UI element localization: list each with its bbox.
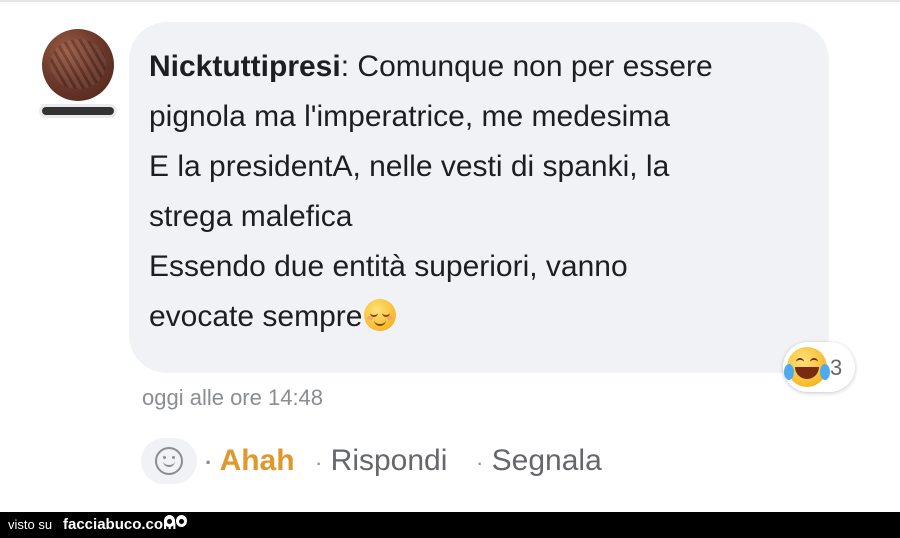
comment-timestamp[interactable]: oggi alle ore 14:48 <box>142 385 323 411</box>
watermark-bar: visto su facciabuco.com <box>0 512 900 538</box>
relieved-face-icon <box>364 299 397 331</box>
tears-of-joy-icon <box>784 347 830 387</box>
separator-dot: · <box>315 450 323 475</box>
reply-link[interactable]: · Rispondi <box>315 441 447 481</box>
comment-text: Nicktuttipresi: Comunque non per essere … <box>149 42 809 342</box>
reaction-count: 3 <box>830 355 843 380</box>
comment-text-1: Comunque non per essere <box>349 50 713 83</box>
comment-line-3: E la presidentA, nelle vesti di spanki, … <box>149 150 670 183</box>
comment-line-2: pignola ma l'imperatrice, me medesima <box>149 100 670 133</box>
avatar-badge <box>42 107 114 115</box>
comment-text-6: evocate sempre <box>149 300 363 333</box>
separator-dot: · <box>205 450 213 475</box>
watermark-site: facciabuco.com <box>63 516 177 533</box>
watermark-visto-su: visto su <box>8 517 53 532</box>
comment-line-4: strega malefica <box>149 200 353 233</box>
separator-dot: · <box>476 450 484 475</box>
ahah-reaction-link[interactable]: · Ahah <box>205 441 295 481</box>
comment-line-5: Essendo due entità superiori, vanno <box>149 250 628 283</box>
reply-label: Rispondi <box>330 444 448 477</box>
avatar[interactable] <box>42 29 114 101</box>
smile-icon <box>155 447 183 475</box>
report-label: Segnala <box>491 444 602 477</box>
report-link[interactable]: · Segnala <box>476 441 602 481</box>
reaction-summary[interactable]: 3 <box>783 342 855 392</box>
add-reaction-button[interactable] <box>141 438 197 484</box>
author-separator: : <box>340 50 350 83</box>
author-name[interactable]: Nicktuttipresi <box>149 50 341 83</box>
eyes-logo-icon <box>164 515 188 529</box>
avatar-texture <box>50 39 106 89</box>
comment-line-6: evocate sempre <box>149 292 809 342</box>
ahah-label: Ahah <box>219 444 295 477</box>
top-divider <box>0 0 900 2</box>
comment-line-1: Nicktuttipresi: Comunque non per essere <box>149 42 809 92</box>
